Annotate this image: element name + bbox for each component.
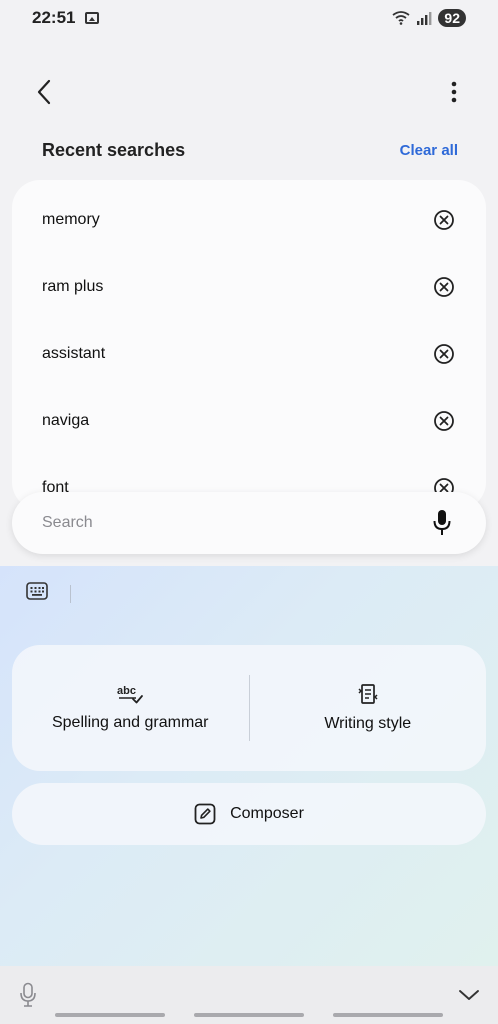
spelling-grammar-button[interactable]: abc Spelling and grammar: [12, 645, 249, 771]
remove-search-button[interactable]: [432, 409, 456, 433]
keyboard-toolbar: [26, 582, 71, 605]
status-bar: 22:51 92: [0, 0, 498, 36]
back-button[interactable]: [28, 76, 60, 108]
chevron-down-icon: [459, 990, 479, 1000]
recent-search-label: naviga: [42, 411, 90, 429]
wifi-icon: [392, 11, 410, 25]
compose-icon: [194, 803, 216, 825]
remove-search-button[interactable]: [432, 342, 456, 366]
keyboard-bottom-bar: [0, 966, 498, 1024]
writing-assist-card: abc Spelling and grammar Writing style: [12, 645, 486, 771]
battery-badge: 92: [438, 9, 466, 27]
more-options-button[interactable]: [438, 76, 470, 108]
search-bar: [12, 492, 486, 554]
search-input[interactable]: [42, 514, 428, 532]
back-arrow-icon: [37, 79, 51, 105]
composer-button[interactable]: Composer: [12, 783, 486, 845]
nav-handle-left: [55, 1013, 165, 1017]
toolbar-divider: [70, 584, 71, 603]
more-vertical-icon: [451, 81, 457, 103]
recent-search-label: memory: [42, 210, 100, 228]
status-time: 22:51: [32, 8, 76, 27]
status-right: 92: [392, 9, 466, 27]
recent-searches-list: memory ram plus assistant naviga font: [12, 180, 486, 510]
keyboard-toggle-button[interactable]: [26, 582, 48, 605]
mic-icon: [433, 510, 451, 535]
nav-handle-center: [194, 1013, 304, 1017]
remove-search-button[interactable]: [432, 208, 456, 232]
recent-searches-header: Recent searches Clear all: [42, 140, 458, 161]
writing-style-icon: [358, 684, 378, 704]
clear-all-button[interactable]: Clear all: [400, 142, 458, 159]
recent-search-label: ram plus: [42, 277, 104, 295]
svg-text:abc: abc: [117, 685, 136, 697]
section-title: Recent searches: [42, 140, 186, 160]
list-item[interactable]: memory: [12, 186, 486, 253]
recent-search-label: assistant: [42, 344, 106, 362]
list-item[interactable]: naviga: [12, 387, 486, 454]
spellcheck-icon: abc: [117, 685, 144, 704]
keyboard-panel: abc Spelling and grammar Writing style C…: [0, 566, 498, 966]
voice-search-button[interactable]: [428, 509, 456, 537]
nav-handle-right: [333, 1013, 443, 1017]
hide-keyboard-button[interactable]: [456, 982, 482, 1008]
clear-circle-icon: [434, 410, 454, 431]
list-item[interactable]: ram plus: [12, 253, 486, 320]
clear-circle-icon: [434, 343, 454, 364]
composer-label: Composer: [230, 805, 304, 822]
voice-input-button[interactable]: [16, 982, 40, 1008]
clear-circle-icon: [434, 276, 454, 297]
writing-style-button[interactable]: Writing style: [250, 645, 487, 771]
remove-search-button[interactable]: [432, 275, 456, 299]
signal-icon: [417, 12, 432, 25]
writing-style-label: Writing style: [324, 715, 412, 732]
mic-outline-icon: [20, 982, 36, 1007]
list-item[interactable]: assistant: [12, 320, 486, 387]
spelling-grammar-label: Spelling and grammar: [51, 714, 209, 731]
top-bar: [0, 72, 498, 112]
keyboard-icon: [26, 582, 48, 600]
image-icon: [85, 12, 100, 24]
clear-circle-icon: [434, 209, 454, 230]
